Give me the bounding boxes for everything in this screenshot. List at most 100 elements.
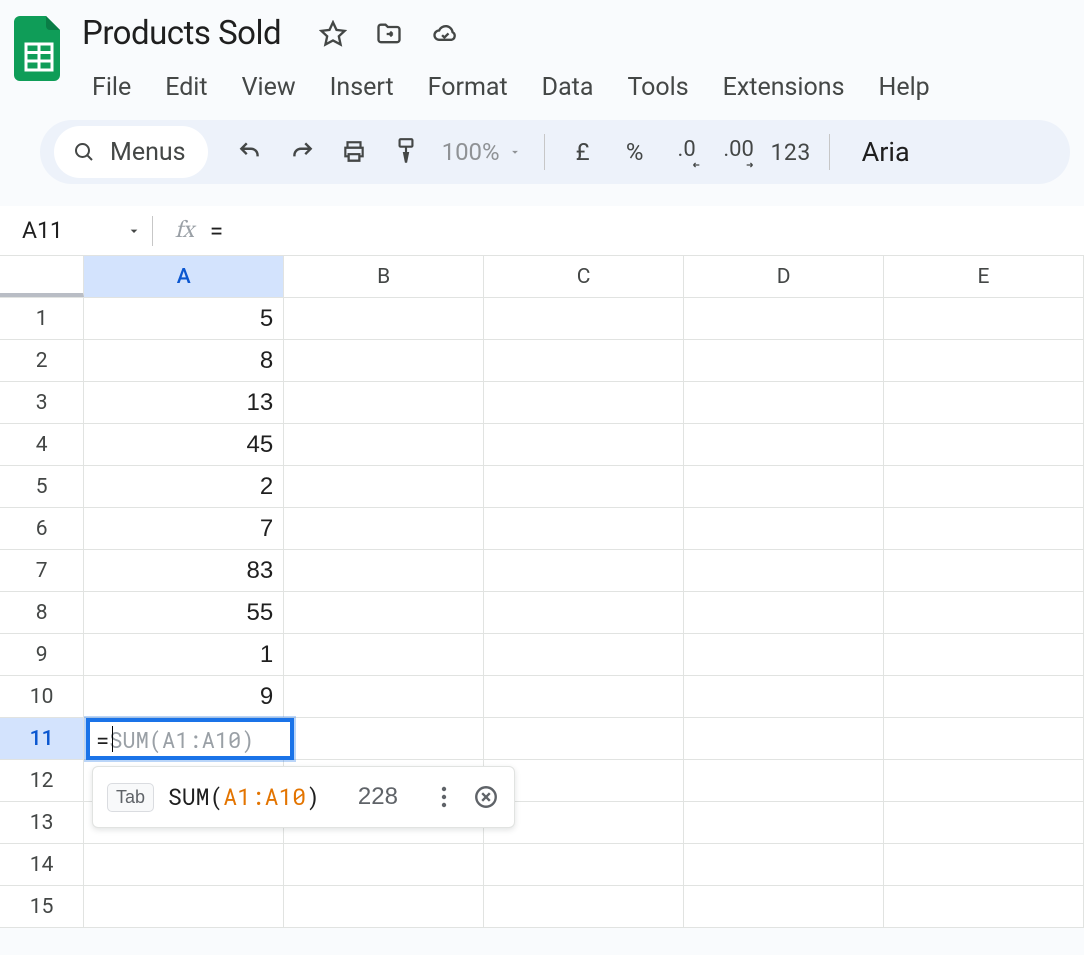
- increase-decimal-button[interactable]: .00: [713, 130, 765, 174]
- cell[interactable]: [284, 634, 484, 676]
- menu-tools[interactable]: Tools: [611, 67, 704, 108]
- paint-format-button[interactable]: [380, 130, 432, 174]
- cell[interactable]: 9: [84, 676, 284, 718]
- cell[interactable]: [284, 676, 484, 718]
- more-options-icon[interactable]: [430, 783, 458, 811]
- col-header-a[interactable]: A: [84, 256, 284, 297]
- cell[interactable]: [684, 382, 884, 424]
- cell[interactable]: [484, 298, 684, 340]
- print-button[interactable]: [328, 130, 380, 174]
- row-header[interactable]: 1: [0, 298, 84, 340]
- menu-format[interactable]: Format: [412, 67, 524, 108]
- cell[interactable]: [684, 802, 884, 844]
- cell[interactable]: [284, 550, 484, 592]
- spreadsheet-grid[interactable]: A B C D E 152831344552677838559110911121…: [0, 256, 1084, 928]
- cell[interactable]: [284, 466, 484, 508]
- search-menus-button[interactable]: Menus: [54, 126, 208, 178]
- row-header[interactable]: 6: [0, 508, 84, 550]
- redo-button[interactable]: [276, 130, 328, 174]
- cell[interactable]: [884, 382, 1084, 424]
- cell[interactable]: [484, 466, 684, 508]
- cell[interactable]: [884, 466, 1084, 508]
- col-header-e[interactable]: E: [884, 256, 1084, 297]
- cell[interactable]: [684, 676, 884, 718]
- cell[interactable]: [284, 844, 484, 886]
- cell[interactable]: [884, 508, 1084, 550]
- decrease-decimal-button[interactable]: .0: [661, 130, 713, 174]
- row-header[interactable]: 10: [0, 676, 84, 718]
- cell[interactable]: [684, 340, 884, 382]
- active-cell-editor[interactable]: =SUM(A1:A10): [86, 718, 294, 760]
- cell[interactable]: [484, 424, 684, 466]
- cell[interactable]: [884, 844, 1084, 886]
- cell[interactable]: [484, 718, 684, 760]
- more-formats-button[interactable]: 123: [765, 130, 817, 174]
- menu-insert[interactable]: Insert: [314, 67, 410, 108]
- cell[interactable]: [884, 634, 1084, 676]
- autocomplete-suggestion[interactable]: SUM(A1:A10): [168, 782, 320, 812]
- menu-edit[interactable]: Edit: [149, 67, 223, 108]
- cell[interactable]: [684, 424, 884, 466]
- cell[interactable]: [884, 676, 1084, 718]
- cell[interactable]: [84, 844, 284, 886]
- font-select[interactable]: Aria: [862, 136, 910, 168]
- menu-extensions[interactable]: Extensions: [707, 67, 861, 108]
- cell[interactable]: [284, 718, 484, 760]
- sheets-logo-icon[interactable]: [14, 16, 64, 81]
- cell[interactable]: [284, 886, 484, 928]
- col-header-b[interactable]: B: [284, 256, 484, 297]
- cell[interactable]: [684, 718, 884, 760]
- cell[interactable]: [684, 466, 884, 508]
- cell[interactable]: [684, 550, 884, 592]
- col-header-c[interactable]: C: [484, 256, 684, 297]
- row-header[interactable]: 2: [0, 340, 84, 382]
- close-icon[interactable]: [472, 783, 500, 811]
- row-header[interactable]: 15: [0, 886, 84, 928]
- menu-view[interactable]: View: [226, 67, 312, 108]
- undo-button[interactable]: [224, 130, 276, 174]
- cell[interactable]: [684, 508, 884, 550]
- row-header[interactable]: 12: [0, 760, 84, 802]
- move-folder-icon[interactable]: [375, 20, 403, 48]
- name-box[interactable]: A11: [22, 217, 142, 244]
- cell[interactable]: 55: [84, 592, 284, 634]
- cell[interactable]: 13: [84, 382, 284, 424]
- star-icon[interactable]: [319, 20, 347, 48]
- cell[interactable]: [484, 592, 684, 634]
- cell[interactable]: [284, 340, 484, 382]
- col-header-d[interactable]: D: [684, 256, 884, 297]
- row-header[interactable]: 14: [0, 844, 84, 886]
- cell[interactable]: 5: [84, 298, 284, 340]
- cell[interactable]: [684, 760, 884, 802]
- cell[interactable]: [484, 340, 684, 382]
- percent-button[interactable]: %: [609, 130, 661, 174]
- cell[interactable]: [284, 424, 484, 466]
- cell[interactable]: 2: [84, 466, 284, 508]
- cell[interactable]: [284, 298, 484, 340]
- row-header[interactable]: 3: [0, 382, 84, 424]
- cell[interactable]: [884, 886, 1084, 928]
- menu-help[interactable]: Help: [862, 67, 945, 108]
- cell[interactable]: [884, 718, 1084, 760]
- cell[interactable]: [484, 676, 684, 718]
- cell[interactable]: [484, 508, 684, 550]
- cell[interactable]: [284, 382, 484, 424]
- cell[interactable]: [884, 340, 1084, 382]
- cell[interactable]: [284, 592, 484, 634]
- cell[interactable]: [884, 424, 1084, 466]
- cell[interactable]: [284, 508, 484, 550]
- cell[interactable]: [884, 592, 1084, 634]
- cell[interactable]: [684, 592, 884, 634]
- cell[interactable]: [884, 298, 1084, 340]
- cell[interactable]: 1: [84, 634, 284, 676]
- row-header[interactable]: 9: [0, 634, 84, 676]
- row-header[interactable]: 8: [0, 592, 84, 634]
- cell[interactable]: 7: [84, 508, 284, 550]
- formula-input[interactable]: =: [210, 217, 223, 245]
- menu-data[interactable]: Data: [526, 67, 610, 108]
- cell[interactable]: [484, 634, 684, 676]
- cloud-status-icon[interactable]: [431, 20, 459, 48]
- select-all-corner[interactable]: [0, 256, 84, 297]
- cell[interactable]: [484, 382, 684, 424]
- cell[interactable]: [684, 844, 884, 886]
